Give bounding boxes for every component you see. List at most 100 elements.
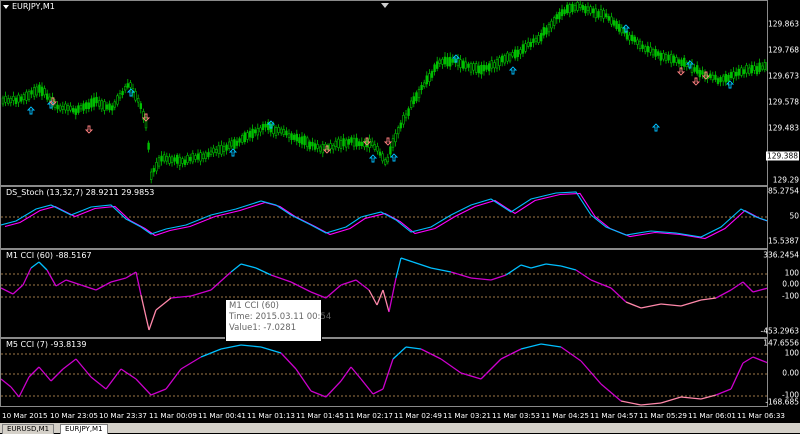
candle-body [428,73,431,82]
candle-body [43,88,46,96]
candle-body [157,157,161,167]
tooltip-time: Time: 2015.03.11 00:54 [229,312,332,322]
price-chart-pane[interactable]: EURJPY,M1 [0,0,768,186]
candle-body [87,102,91,110]
candle-body [565,4,569,14]
candle-body [511,52,514,57]
candle-body [300,136,304,145]
candle-body [251,128,254,139]
candle-body [433,64,436,73]
candle-body [477,65,480,74]
candle-body [186,155,189,163]
m1-cci-segment [65,279,82,286]
candle-body [654,49,657,57]
candle-body [534,37,538,42]
candle-body [204,152,207,159]
candle-body [178,156,181,166]
candle-body [98,100,101,107]
candle-body [563,9,566,15]
candle-body [331,144,335,150]
candle-body [446,57,449,67]
m5-cci-segment [200,348,222,358]
candle-body [74,108,78,115]
candle-body [150,171,153,180]
candle-body [290,133,293,140]
candle-body [558,11,561,20]
candle-body [176,154,179,164]
candle-body [199,152,202,162]
m1-cci-title: M1 CCI (60) -88.5167 [6,251,92,260]
m1-cci-segment [715,289,732,299]
up-arrow-icon [368,154,378,163]
candle-body [516,49,520,57]
candle-body [378,151,382,156]
cci1-tick: 336.2454 [763,250,799,260]
m1-cci-segment [590,279,612,289]
candle-body [163,154,166,162]
candle-body [92,97,96,107]
candle-body [633,36,637,43]
candle-body [215,149,218,153]
candle-body [264,123,267,128]
candle-body [305,137,309,148]
candle-body [12,96,15,101]
m1-cci-segment [575,269,592,281]
down-arrow-icon [84,125,94,134]
price-tick: 129.768 [767,45,799,55]
m5-cci-segment [240,344,262,348]
m1-cci-segment [148,309,157,331]
cci1-tick: 0.00 [782,279,799,289]
candle-body [168,156,171,164]
m5-cci-segment [640,402,662,406]
m1-cci-segment [388,277,397,313]
m5-cci-segment [440,358,462,374]
candle-body [155,162,158,172]
candle-body [581,5,585,10]
candle-body [189,156,192,161]
candle-body [139,103,142,109]
candle-body [64,103,67,111]
up-arrow-icon [26,106,36,115]
candle-body [220,145,223,155]
candle-body [350,137,353,143]
candle-body [212,147,215,154]
candle-body [719,77,722,83]
m1-cci-segment [640,303,662,309]
m5-cci-segment [752,356,767,364]
m1-cci-segment [38,261,48,271]
candle-body [383,159,387,165]
candle-body [230,140,233,147]
candle-body [451,58,454,63]
m1-cci-segment [680,299,702,307]
candle-body [495,59,499,69]
m1-cci-pane[interactable]: M1 CCI (60) -88.5167 [0,249,768,338]
candle-body [329,143,332,150]
m5-cci-segment [1,378,12,388]
time-tick: 11 Mar 00:41 [198,411,246,420]
candle-body [441,58,444,65]
candle-body [716,78,720,84]
candle-body [14,97,18,104]
shift-marker-icon[interactable] [381,3,389,8]
m1-cci-segment [1,287,14,295]
candle-body [568,4,572,14]
m1-cci-segment [625,301,642,309]
stoch-indicator-pane[interactable]: DS_Stoch (13,32,7) 28.9211 29.9853 [0,186,768,249]
m5-cci-segment [350,366,362,380]
candle-body [498,57,501,66]
candle-body [737,68,741,76]
candle-body [194,155,197,160]
m5-cci-pane[interactable]: M5 CCI (7) -93.8139 [0,338,768,407]
candle-body [352,138,356,147]
candle-body [628,34,631,41]
m1-cci-segment [412,261,432,269]
candle-body [316,144,319,149]
time-tick: 10 Mar 23:05 [50,411,98,420]
m5-cci-segment [62,358,77,370]
candle-body [225,144,228,151]
m1-cci-segment [140,294,150,331]
time-tick: 10 Mar 23:37 [99,411,147,420]
candle-body [121,90,124,95]
m5-cci-segment [372,388,384,395]
candle-body [506,52,509,62]
